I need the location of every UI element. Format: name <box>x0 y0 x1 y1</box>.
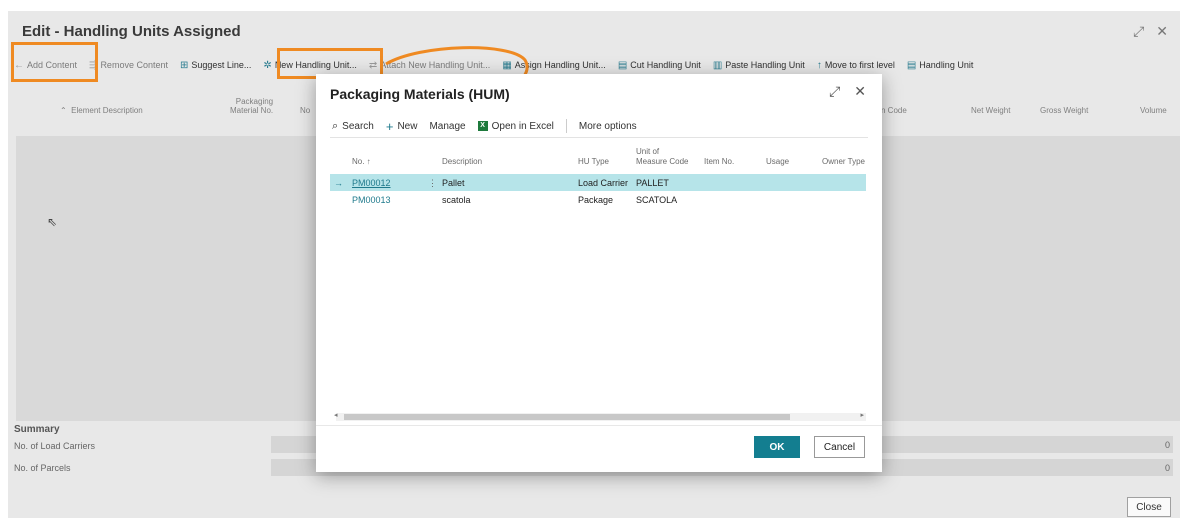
close-icon[interactable]: ✕ <box>1156 23 1168 40</box>
search-icon: ⌕ <box>332 119 339 132</box>
button-label: Cut Handling Unit <box>630 60 701 70</box>
dialog-title: Packaging Materials (HUM) <box>330 86 510 102</box>
button-label: Handling Unit <box>919 60 974 70</box>
arrow-up-icon: ↑ <box>816 59 822 71</box>
column-packaging-material-no[interactable]: Packaging Material No. <box>230 97 273 115</box>
scroll-left-icon[interactable]: ◂ <box>334 411 338 419</box>
suggest-icon: ⊞ <box>179 59 189 71</box>
more-options-button[interactable]: More options <box>573 121 643 132</box>
column-label-line2: Material No. <box>230 106 274 115</box>
divider <box>565 119 567 133</box>
load-carriers-value: 0 <box>1164 440 1170 450</box>
sort-icon: ⌃ <box>60 106 67 115</box>
expand-icon[interactable]: ⤢ <box>1133 23 1144 40</box>
divider <box>330 137 868 138</box>
column-volume[interactable]: Volume <box>1140 106 1167 115</box>
paste-handling-unit-button[interactable]: ▥ Paste Handling Unit <box>707 60 811 71</box>
row-hu-type: Load Carrier <box>578 178 629 188</box>
highlight-add-content <box>11 42 98 82</box>
column-unit-of-measure-code[interactable]: Unit of Measure Code <box>636 147 688 167</box>
table-row[interactable]: → PM00012 ⋮ Pallet Load Carrier PALLET <box>330 174 866 191</box>
row-uom: SCATOLA <box>636 195 678 205</box>
column-description[interactable]: Description <box>442 157 482 167</box>
close-button[interactable]: Close <box>1127 497 1171 517</box>
horizontal-scrollbar[interactable]: ◂ ▸ <box>334 411 866 421</box>
close-icon[interactable]: ✕ <box>854 83 866 100</box>
manage-button[interactable]: Manage <box>423 121 471 132</box>
column-no[interactable]: No. ↑ <box>352 157 371 167</box>
row-description: scatola <box>442 195 471 205</box>
column-item-no[interactable]: Item No. <box>704 157 734 167</box>
column-code-fragment: n Code <box>881 106 907 115</box>
parcels-label: No. of Parcels <box>14 463 71 473</box>
new-icon: ✲ <box>263 59 272 71</box>
card-icon: ▤ <box>906 59 917 71</box>
scrollbar-thumb[interactable] <box>344 414 790 420</box>
window-title: Edit - Handling Units Assigned <box>22 23 241 40</box>
action-toolbar: ← Add Content ⇶ Remove Content ⊞ Suggest Li… <box>8 55 1180 75</box>
column-net-weight[interactable]: Net Weight <box>971 106 1010 115</box>
excel-icon: X <box>477 121 488 131</box>
open-in-excel-button[interactable]: X Open in Excel <box>472 121 560 132</box>
button-label: Suggest Line... <box>191 60 252 70</box>
column-gross-weight[interactable]: Gross Weight <box>1040 106 1088 115</box>
column-label-line1: Unit of <box>636 147 660 156</box>
row-description: Pallet <box>442 178 465 188</box>
window-controls: ⤢ ✕ <box>1133 23 1168 40</box>
column-label-line1: Packaging <box>235 97 274 106</box>
excel-label: Open in Excel <box>491 120 554 132</box>
new-label: New <box>397 120 418 132</box>
row-uom: PALLET <box>636 178 669 188</box>
expand-icon[interactable]: ⤢ <box>829 83 840 100</box>
column-hu-type[interactable]: HU Type <box>578 157 609 167</box>
cut-icon: ▤ <box>617 59 628 71</box>
column-usage[interactable]: Usage <box>766 157 789 167</box>
ok-button[interactable]: OK <box>754 436 800 458</box>
suggest-line-button[interactable]: ⊞ Suggest Line... <box>174 60 257 71</box>
handling-unit-button[interactable]: ▤ Handling Unit <box>901 60 979 71</box>
mouse-cursor-icon: ⇖ <box>47 215 58 229</box>
column-label-line2: Measure Code <box>636 157 689 166</box>
button-label: Remove Content <box>100 60 168 70</box>
move-to-first-level-button[interactable]: ↑ Move to first level <box>811 60 901 71</box>
row-menu-icon[interactable]: ⋮ <box>428 178 437 189</box>
row-arrow-icon: → <box>334 178 343 188</box>
button-label: Paste Handling Unit <box>725 60 805 70</box>
row-no-link[interactable]: PM00013 <box>352 195 391 205</box>
cut-handling-unit-button[interactable]: ▤ Cut Handling Unit <box>612 60 707 71</box>
summary-title: Summary <box>14 424 60 435</box>
column-owner-type[interactable]: Owner Type <box>822 157 865 167</box>
new-button[interactable]: + New <box>380 119 424 134</box>
column-element-description[interactable]: ⌃ Element Description <box>60 106 143 115</box>
column-label: Element Description <box>71 106 143 115</box>
column-no-fragment: No <box>300 106 311 115</box>
button-label: Move to first level <box>824 60 895 70</box>
scroll-right-icon[interactable]: ▸ <box>860 411 864 419</box>
dialog-action-bar: ⌕ Search + New Manage X Open in Excel More … <box>326 116 643 136</box>
search-label: Search <box>342 120 374 132</box>
packaging-materials-dialog: Packaging Materials (HUM) ⤢ ✕ ⌕ Search + N… <box>316 74 882 472</box>
load-carriers-label: No. of Load Carriers <box>14 441 96 451</box>
row-no-link[interactable]: PM00012 <box>352 178 391 188</box>
parcels-value: 0 <box>1164 463 1170 473</box>
plus-icon: + <box>385 118 394 134</box>
divider <box>316 425 882 426</box>
paste-icon: ▥ <box>712 59 723 71</box>
row-hu-type: Package <box>578 195 614 205</box>
search-button[interactable]: ⌕ Search <box>326 120 380 133</box>
cancel-button[interactable]: Cancel <box>814 436 865 458</box>
dialog-controls: ⤢ ✕ <box>829 83 866 100</box>
table-row[interactable]: PM00013 scatola Package SCATOLA <box>330 191 866 208</box>
